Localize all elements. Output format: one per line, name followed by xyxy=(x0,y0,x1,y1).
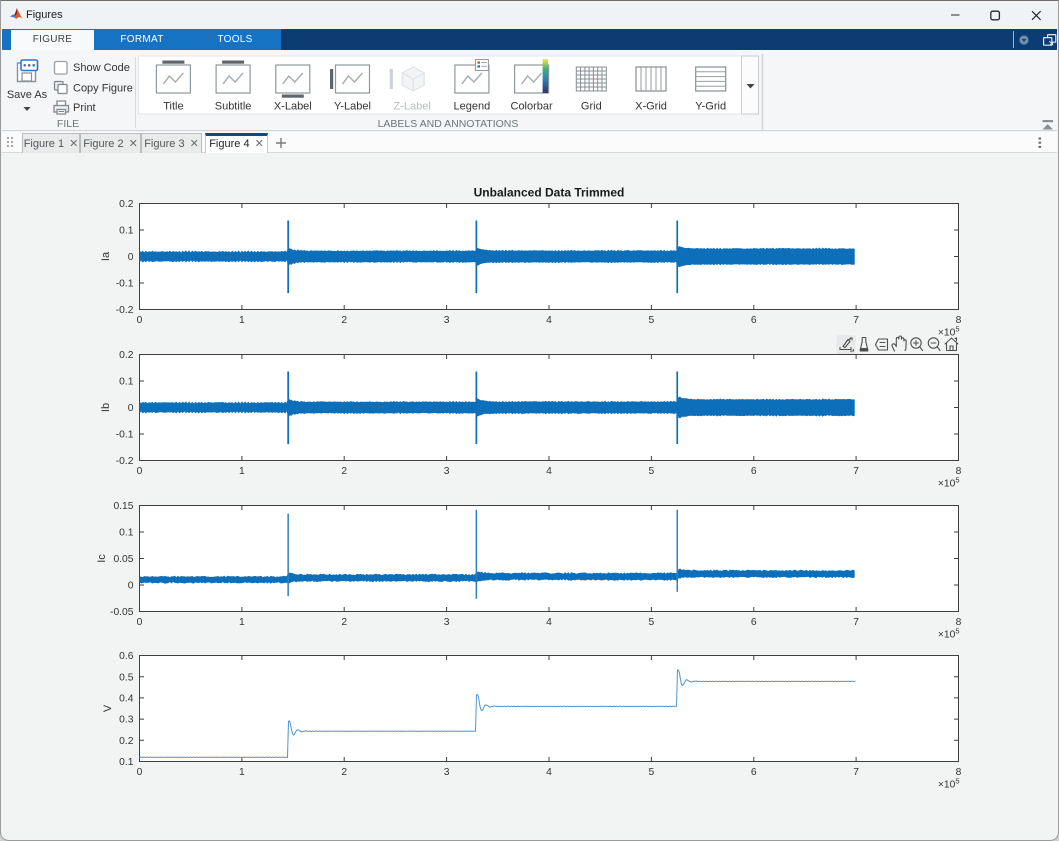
svg-text:-0.05: -0.05 xyxy=(110,607,134,618)
svg-text:Show Code: Show Code xyxy=(73,62,130,74)
svg-text:4: 4 xyxy=(546,767,552,778)
svg-text:×105: ×105 xyxy=(938,476,960,490)
svg-text:5: 5 xyxy=(649,767,655,778)
svg-text:Z-Label: Z-Label xyxy=(394,101,431,113)
svg-text:0.2: 0.2 xyxy=(119,736,134,747)
svg-text:3: 3 xyxy=(444,466,450,477)
svg-text:Y-Grid: Y-Grid xyxy=(695,101,726,113)
svg-text:4: 4 xyxy=(546,466,552,477)
svg-text:7: 7 xyxy=(853,617,859,628)
svg-text:0: 0 xyxy=(128,581,134,592)
svg-text:1: 1 xyxy=(239,466,245,477)
svg-text:Ic: Ic xyxy=(96,554,108,563)
svg-text:0.3: 0.3 xyxy=(119,715,134,726)
svg-text:0: 0 xyxy=(137,315,143,326)
svg-text:7: 7 xyxy=(853,315,859,326)
svg-text:1: 1 xyxy=(239,617,245,628)
svg-text:4: 4 xyxy=(546,315,552,326)
svg-text:0.1: 0.1 xyxy=(119,757,134,768)
svg-text:Ib: Ib xyxy=(100,403,112,412)
svg-text:-0.1: -0.1 xyxy=(116,430,134,441)
svg-text:Ia: Ia xyxy=(100,251,112,261)
svg-text:0.1: 0.1 xyxy=(119,377,134,388)
svg-text:Subtitle: Subtitle xyxy=(215,101,252,113)
svg-text:4: 4 xyxy=(546,617,552,628)
svg-text:3: 3 xyxy=(444,617,450,628)
svg-text:6: 6 xyxy=(751,617,757,628)
svg-text:2: 2 xyxy=(341,617,347,628)
svg-text:×105: ×105 xyxy=(938,627,960,641)
svg-text:0: 0 xyxy=(137,617,143,628)
svg-text:0.1: 0.1 xyxy=(119,528,134,539)
svg-text:Legend: Legend xyxy=(454,101,491,113)
svg-text:2: 2 xyxy=(341,315,347,326)
svg-text:0.6: 0.6 xyxy=(119,651,134,662)
svg-text:5: 5 xyxy=(649,466,655,477)
svg-text:-0.1: -0.1 xyxy=(116,279,134,290)
svg-text:Print: Print xyxy=(73,102,96,114)
svg-text:5: 5 xyxy=(649,315,655,326)
svg-text:1: 1 xyxy=(239,767,245,778)
svg-text:0: 0 xyxy=(137,767,143,778)
svg-text:Save As: Save As xyxy=(7,89,48,101)
svg-text:3: 3 xyxy=(444,315,450,326)
svg-text:Y-Label: Y-Label xyxy=(334,101,371,113)
svg-text:0: 0 xyxy=(128,403,134,414)
svg-text:0.2: 0.2 xyxy=(119,350,134,361)
svg-text:5: 5 xyxy=(649,617,655,628)
svg-text:6: 6 xyxy=(751,466,757,477)
svg-text:Unbalanced Data Trimmed: Unbalanced Data Trimmed xyxy=(474,186,625,200)
svg-text:X-Label: X-Label xyxy=(274,101,312,113)
svg-text:×105: ×105 xyxy=(938,777,960,791)
svg-text:×105: ×105 xyxy=(938,325,960,339)
svg-text:2: 2 xyxy=(341,466,347,477)
svg-text:0.4: 0.4 xyxy=(119,694,134,705)
svg-text:0.1: 0.1 xyxy=(119,226,134,237)
svg-text:LABELS AND ANNOTATIONS: LABELS AND ANNOTATIONS xyxy=(378,118,519,130)
svg-text:0.15: 0.15 xyxy=(113,501,133,512)
svg-text:0.05: 0.05 xyxy=(113,554,133,565)
svg-text:3: 3 xyxy=(444,767,450,778)
svg-text:-0.2: -0.2 xyxy=(116,456,134,467)
svg-text:-0.2: -0.2 xyxy=(116,305,134,316)
svg-text:6: 6 xyxy=(751,767,757,778)
svg-text:Colorbar: Colorbar xyxy=(511,101,554,113)
svg-text:X-Grid: X-Grid xyxy=(635,101,667,113)
svg-text:7: 7 xyxy=(853,767,859,778)
svg-text:6: 6 xyxy=(751,315,757,326)
svg-text:0: 0 xyxy=(137,466,143,477)
svg-text:0.2: 0.2 xyxy=(119,199,134,210)
svg-text:FILE: FILE xyxy=(57,118,79,130)
svg-text:V: V xyxy=(102,704,114,712)
svg-text:Title: Title xyxy=(163,101,183,113)
svg-text:7: 7 xyxy=(853,466,859,477)
svg-text:Grid: Grid xyxy=(581,101,602,113)
svg-text:2: 2 xyxy=(341,767,347,778)
svg-text:Copy Figure: Copy Figure xyxy=(73,83,133,95)
svg-text:0: 0 xyxy=(128,252,134,263)
svg-text:1: 1 xyxy=(239,315,245,326)
svg-text:0.5: 0.5 xyxy=(119,672,134,683)
